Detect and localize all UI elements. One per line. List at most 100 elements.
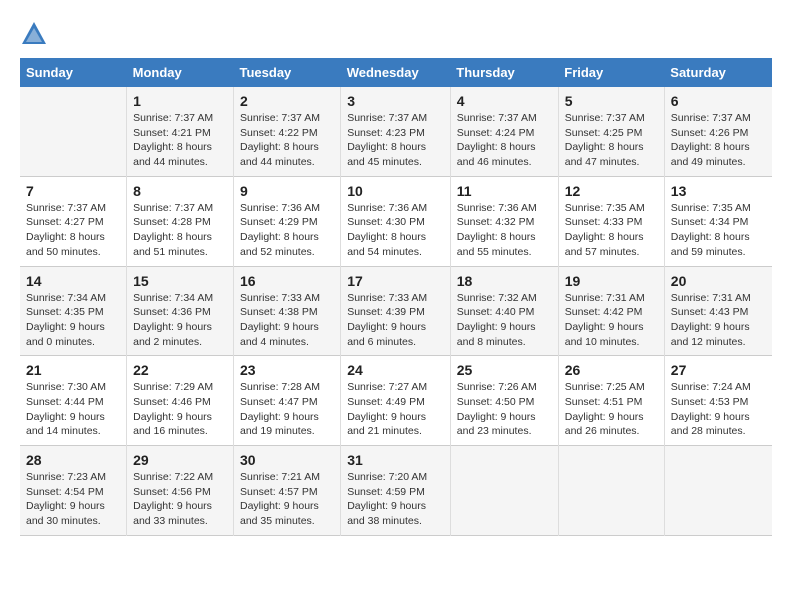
day-info: Sunrise: 7:31 AMSunset: 4:43 PMDaylight:…: [671, 291, 766, 350]
day-cell: 26 Sunrise: 7:25 AMSunset: 4:51 PMDayligh…: [558, 356, 664, 446]
day-number: 14: [26, 273, 120, 289]
day-number: 3: [347, 93, 444, 109]
day-cell: 18Sunrise: 7:32 AMSunset: 4:40 PMDayligh…: [450, 266, 558, 356]
day-cell: 9 Sunrise: 7:36 AMSunset: 4:29 PMDaylight…: [234, 176, 341, 266]
day-cell: 30 Sunrise: 7:21 AMSunset: 4:57 PMDayligh…: [234, 446, 341, 536]
day-info: Sunrise: 7:20 AMSunset: 4:59 PMDaylight:…: [347, 470, 444, 529]
day-number: 11: [457, 183, 552, 199]
week-row-1: 1 Sunrise: 7:37 AMSunset: 4:21 PMDaylight…: [20, 87, 772, 176]
header-cell-tuesday: Tuesday: [234, 58, 341, 87]
day-info: Sunrise: 7:36 AMSunset: 4:32 PMDaylight:…: [457, 201, 552, 260]
day-number: 30: [240, 452, 334, 468]
day-info: Sunrise: 7:33 AMSunset: 4:38 PMDaylight:…: [240, 291, 334, 350]
day-info: Sunrise: 7:37 AMSunset: 4:24 PMDaylight:…: [457, 111, 552, 170]
day-cell: 12Sunrise: 7:35 AMSunset: 4:33 PMDayligh…: [558, 176, 664, 266]
page-header: [20, 20, 772, 48]
day-number: 8: [133, 183, 227, 199]
week-row-2: 7 Sunrise: 7:37 AMSunset: 4:27 PMDaylight…: [20, 176, 772, 266]
header-cell-friday: Friday: [558, 58, 664, 87]
day-number: 19: [565, 273, 658, 289]
day-number: 26: [565, 362, 658, 378]
week-row-3: 14 Sunrise: 7:34 AMSunset: 4:35 PMDayligh…: [20, 266, 772, 356]
day-cell: 5 Sunrise: 7:37 AMSunset: 4:25 PMDaylight…: [558, 87, 664, 176]
day-cell: 23 Sunrise: 7:28 AMSunset: 4:47 PMDayligh…: [234, 356, 341, 446]
day-info: Sunrise: 7:25 AMSunset: 4:51 PMDaylight:…: [565, 380, 658, 439]
header-cell-thursday: Thursday: [450, 58, 558, 87]
day-number: 9: [240, 183, 334, 199]
day-cell: [450, 446, 558, 536]
day-number: 18: [457, 273, 552, 289]
day-cell: 8 Sunrise: 7:37 AMSunset: 4:28 PMDaylight…: [127, 176, 234, 266]
day-number: 5: [565, 93, 658, 109]
day-number: 4: [457, 93, 552, 109]
day-info: Sunrise: 7:34 AMSunset: 4:35 PMDaylight:…: [26, 291, 120, 350]
day-info: Sunrise: 7:27 AMSunset: 4:49 PMDaylight:…: [347, 380, 444, 439]
day-number: 24: [347, 362, 444, 378]
week-row-4: 21 Sunrise: 7:30 AMSunset: 4:44 PMDayligh…: [20, 356, 772, 446]
day-info: Sunrise: 7:36 AMSunset: 4:30 PMDaylight:…: [347, 201, 444, 260]
day-info: Sunrise: 7:30 AMSunset: 4:44 PMDaylight:…: [26, 380, 120, 439]
day-info: Sunrise: 7:37 AMSunset: 4:28 PMDaylight:…: [133, 201, 227, 260]
day-info: Sunrise: 7:31 AMSunset: 4:42 PMDaylight:…: [565, 291, 658, 350]
day-number: 2: [240, 93, 334, 109]
day-number: 10: [347, 183, 444, 199]
day-number: 20: [671, 273, 766, 289]
day-cell: 13Sunrise: 7:35 AMSunset: 4:34 PMDayligh…: [664, 176, 772, 266]
day-cell: 17 Sunrise: 7:33 AMSunset: 4:39 PMDayligh…: [341, 266, 451, 356]
day-info: Sunrise: 7:37 AMSunset: 4:27 PMDaylight:…: [26, 201, 120, 260]
logo-icon: [20, 20, 48, 48]
day-info: Sunrise: 7:37 AMSunset: 4:26 PMDaylight:…: [671, 111, 766, 170]
day-number: 23: [240, 362, 334, 378]
calendar-header: SundayMondayTuesdayWednesdayThursdayFrid…: [20, 58, 772, 87]
day-cell: [664, 446, 772, 536]
day-info: Sunrise: 7:26 AMSunset: 4:50 PMDaylight:…: [457, 380, 552, 439]
day-info: Sunrise: 7:37 AMSunset: 4:22 PMDaylight:…: [240, 111, 334, 170]
day-number: 1: [133, 93, 227, 109]
day-info: Sunrise: 7:24 AMSunset: 4:53 PMDaylight:…: [671, 380, 766, 439]
day-number: 22: [133, 362, 227, 378]
day-cell: 7 Sunrise: 7:37 AMSunset: 4:27 PMDaylight…: [20, 176, 127, 266]
calendar-table: SundayMondayTuesdayWednesdayThursdayFrid…: [20, 58, 772, 536]
day-info: Sunrise: 7:36 AMSunset: 4:29 PMDaylight:…: [240, 201, 334, 260]
day-cell: [558, 446, 664, 536]
day-number: 27: [671, 362, 766, 378]
header-cell-monday: Monday: [127, 58, 234, 87]
day-cell: 6 Sunrise: 7:37 AMSunset: 4:26 PMDaylight…: [664, 87, 772, 176]
day-number: 21: [26, 362, 120, 378]
day-number: 6: [671, 93, 766, 109]
day-info: Sunrise: 7:37 AMSunset: 4:21 PMDaylight:…: [133, 111, 227, 170]
day-number: 7: [26, 183, 120, 199]
day-cell: 15Sunrise: 7:34 AMSunset: 4:36 PMDayligh…: [127, 266, 234, 356]
week-row-5: 28 Sunrise: 7:23 AMSunset: 4:54 PMDayligh…: [20, 446, 772, 536]
day-cell: 2 Sunrise: 7:37 AMSunset: 4:22 PMDaylight…: [234, 87, 341, 176]
day-cell: 20 Sunrise: 7:31 AMSunset: 4:43 PMDayligh…: [664, 266, 772, 356]
day-info: Sunrise: 7:37 AMSunset: 4:25 PMDaylight:…: [565, 111, 658, 170]
day-cell: 16 Sunrise: 7:33 AMSunset: 4:38 PMDayligh…: [234, 266, 341, 356]
day-cell: 21 Sunrise: 7:30 AMSunset: 4:44 PMDayligh…: [20, 356, 127, 446]
day-info: Sunrise: 7:21 AMSunset: 4:57 PMDaylight:…: [240, 470, 334, 529]
day-number: 16: [240, 273, 334, 289]
day-number: 25: [457, 362, 552, 378]
day-cell: 4 Sunrise: 7:37 AMSunset: 4:24 PMDaylight…: [450, 87, 558, 176]
day-number: 28: [26, 452, 120, 468]
day-info: Sunrise: 7:28 AMSunset: 4:47 PMDaylight:…: [240, 380, 334, 439]
day-cell: 19 Sunrise: 7:31 AMSunset: 4:42 PMDayligh…: [558, 266, 664, 356]
day-number: 12: [565, 183, 658, 199]
day-cell: 28 Sunrise: 7:23 AMSunset: 4:54 PMDayligh…: [20, 446, 127, 536]
day-cell: 22 Sunrise: 7:29 AMSunset: 4:46 PMDayligh…: [127, 356, 234, 446]
day-info: Sunrise: 7:23 AMSunset: 4:54 PMDaylight:…: [26, 470, 120, 529]
day-info: Sunrise: 7:29 AMSunset: 4:46 PMDaylight:…: [133, 380, 227, 439]
day-cell: [20, 87, 127, 176]
calendar-body: 1 Sunrise: 7:37 AMSunset: 4:21 PMDaylight…: [20, 87, 772, 535]
day-cell: 29Sunrise: 7:22 AMSunset: 4:56 PMDayligh…: [127, 446, 234, 536]
day-cell: 1 Sunrise: 7:37 AMSunset: 4:21 PMDaylight…: [127, 87, 234, 176]
day-cell: 31Sunrise: 7:20 AMSunset: 4:59 PMDayligh…: [341, 446, 451, 536]
day-cell: 24 Sunrise: 7:27 AMSunset: 4:49 PMDayligh…: [341, 356, 451, 446]
day-cell: 11 Sunrise: 7:36 AMSunset: 4:32 PMDayligh…: [450, 176, 558, 266]
day-cell: 25 Sunrise: 7:26 AMSunset: 4:50 PMDayligh…: [450, 356, 558, 446]
logo: [20, 20, 52, 48]
day-info: Sunrise: 7:22 AMSunset: 4:56 PMDaylight:…: [133, 470, 227, 529]
day-info: Sunrise: 7:33 AMSunset: 4:39 PMDaylight:…: [347, 291, 444, 350]
day-number: 17: [347, 273, 444, 289]
day-cell: 3Sunrise: 7:37 AMSunset: 4:23 PMDaylight…: [341, 87, 451, 176]
